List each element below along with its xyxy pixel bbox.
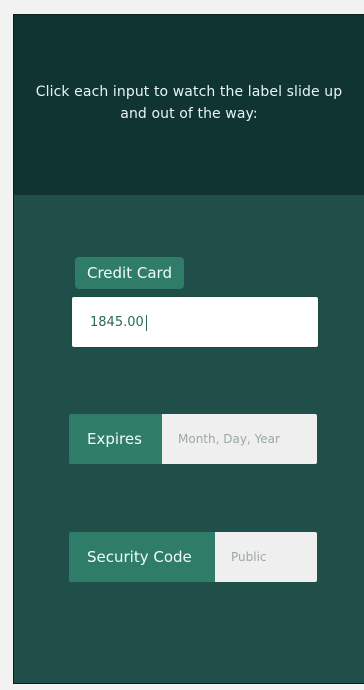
instruction-text: Click each input to watch the label slid… <box>35 84 343 122</box>
expires-input[interactable]: Month, Day, Year <box>162 414 317 464</box>
credit-card-label: Credit Card <box>75 257 184 289</box>
text-caret <box>145 315 147 331</box>
expires-label: Expires <box>69 414 162 464</box>
security-code-field[interactable]: Security Code Public <box>69 532 317 582</box>
credit-card-value: 1845.00 <box>90 314 144 330</box>
demo-frame: Click each input to watch the label slid… <box>13 14 364 684</box>
header-panel: Click each input to watch the label slid… <box>14 15 364 195</box>
expires-field[interactable]: Expires Month, Day, Year <box>69 414 317 464</box>
credit-card-input[interactable]: 1845.00 <box>72 297 318 347</box>
security-code-label: Security Code <box>69 532 215 582</box>
security-code-input[interactable]: Public <box>215 532 317 582</box>
